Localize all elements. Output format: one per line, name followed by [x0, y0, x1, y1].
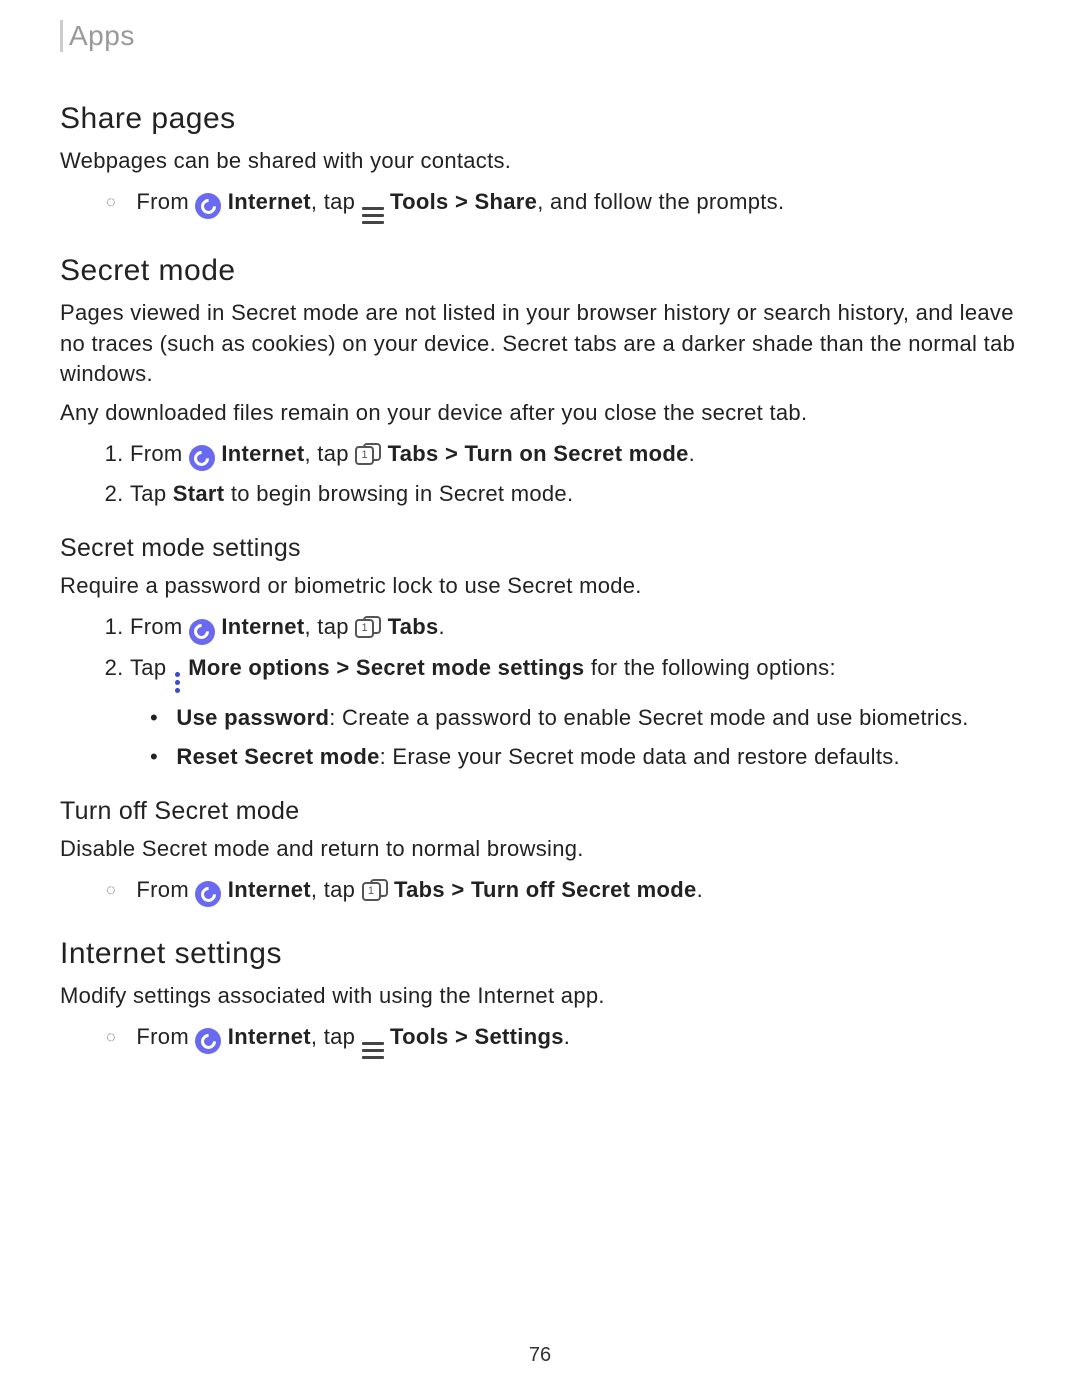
text-tap: Tap [130, 481, 173, 506]
turn-off-secret-mode-intro: Disable Secret mode and return to normal… [60, 834, 1020, 865]
text-tap: Tap [130, 655, 173, 680]
text-tap: , tap [311, 877, 362, 902]
text-gt: > [449, 189, 475, 214]
text-tabs: Tabs [388, 614, 439, 639]
share-pages-step: From Internet, tap Tools > Share, and fo… [130, 185, 1020, 224]
text-more: More options [188, 655, 330, 680]
text-internet: Internet [228, 1024, 311, 1049]
text-period: . [564, 1024, 570, 1049]
internet-settings-step: From Internet, tap Tools > Settings. [130, 1020, 1020, 1059]
text-start: Start [173, 481, 225, 506]
internet-icon [195, 881, 221, 907]
text-from: From [130, 441, 189, 466]
internet-icon [195, 1028, 221, 1054]
text-tap: , tap [311, 1024, 362, 1049]
page-number: 76 [0, 1344, 1080, 1367]
text-tabs: Tabs [388, 441, 439, 466]
text-share: Share [475, 189, 538, 214]
tools-icon [362, 207, 384, 224]
settings-options: Use password: Create a password to enabl… [130, 701, 1020, 773]
secret-mode-settings-heading: Secret mode settings [60, 534, 1020, 563]
option-title: Reset Secret mode [176, 744, 379, 769]
settings-step1: From Internet, tap 1 Tabs. [130, 610, 1020, 645]
tools-icon [362, 1042, 384, 1059]
text-settings: Settings [475, 1024, 564, 1049]
text-gt: > [330, 655, 356, 680]
text-tap: , tap [311, 189, 362, 214]
document-page: Apps Share pages Webpages can be shared … [0, 0, 1080, 1127]
text-internet: Internet [221, 441, 304, 466]
text-internet: Internet [221, 614, 304, 639]
text-from: From [136, 189, 195, 214]
option-desc: : Erase your Secret mode data and restor… [380, 744, 900, 769]
secret-mode-settings-intro: Require a password or biometric lock to … [60, 571, 1020, 602]
text-period: . [439, 614, 445, 639]
internet-icon [195, 193, 221, 219]
text-period: . [697, 877, 703, 902]
text-internet: Internet [228, 877, 311, 902]
text-gt: > [449, 1024, 475, 1049]
turn-off-steps: From Internet, tap 1 Tabs > Turn off Sec… [60, 873, 1020, 908]
text-from: From [130, 614, 189, 639]
settings-option2: Reset Secret mode: Erase your Secret mod… [170, 740, 1020, 773]
tabs-icon: 1 [355, 616, 381, 638]
internet-icon [189, 445, 215, 471]
text-gt: > [445, 877, 471, 902]
text-from: From [136, 1024, 195, 1049]
secret-mode-step1: From Internet, tap 1 Tabs > Turn on Secr… [130, 437, 1020, 472]
text-end: for the following options: [584, 655, 835, 680]
text-action: Turn on Secret mode [465, 441, 689, 466]
text-period: . [689, 441, 695, 466]
turn-off-step: From Internet, tap 1 Tabs > Turn off Sec… [130, 873, 1020, 908]
text-action: Turn off Secret mode [471, 877, 697, 902]
text-end: , and follow the prompts. [537, 189, 784, 214]
internet-settings-intro: Modify settings associated with using th… [60, 981, 1020, 1012]
secret-mode-heading: Secret mode [60, 254, 1020, 288]
text-tap: , tap [304, 441, 355, 466]
internet-settings-heading: Internet settings [60, 937, 1020, 971]
text-tools: Tools [390, 1024, 449, 1049]
tabs-icon: 1 [362, 879, 388, 901]
text-tools: Tools [390, 189, 449, 214]
internet-icon [189, 619, 215, 645]
internet-settings-steps: From Internet, tap Tools > Settings. [60, 1020, 1020, 1059]
turn-off-secret-mode-heading: Turn off Secret mode [60, 797, 1020, 826]
more-options-icon [175, 672, 180, 693]
share-pages-intro: Webpages can be shared with your contact… [60, 146, 1020, 177]
share-pages-heading: Share pages [60, 102, 1020, 136]
settings-option1: Use password: Create a password to enabl… [170, 701, 1020, 734]
text-end: to begin browsing in Secret mode. [224, 481, 573, 506]
secret-mode-settings-steps: From Internet, tap 1 Tabs. Tap More opti… [60, 610, 1020, 773]
text-sms: Secret mode settings [356, 655, 585, 680]
text-internet: Internet [228, 189, 311, 214]
option-title: Use password [176, 705, 329, 730]
secret-mode-steps: From Internet, tap 1 Tabs > Turn on Secr… [60, 437, 1020, 511]
settings-step2: Tap More options > Secret mode settings … [130, 651, 1020, 773]
text-from: From [136, 877, 195, 902]
section-header: Apps [60, 20, 1020, 52]
text-gt: > [439, 441, 465, 466]
share-pages-steps: From Internet, tap Tools > Share, and fo… [60, 185, 1020, 224]
secret-mode-p2: Any downloaded files remain on your devi… [60, 398, 1020, 429]
text-tap: , tap [304, 614, 355, 639]
text-tabs: Tabs [394, 877, 445, 902]
secret-mode-p1: Pages viewed in Secret mode are not list… [60, 298, 1020, 390]
tabs-icon: 1 [355, 443, 381, 465]
secret-mode-step2: Tap Start to begin browsing in Secret mo… [130, 477, 1020, 510]
option-desc: : Create a password to enable Secret mod… [329, 705, 969, 730]
